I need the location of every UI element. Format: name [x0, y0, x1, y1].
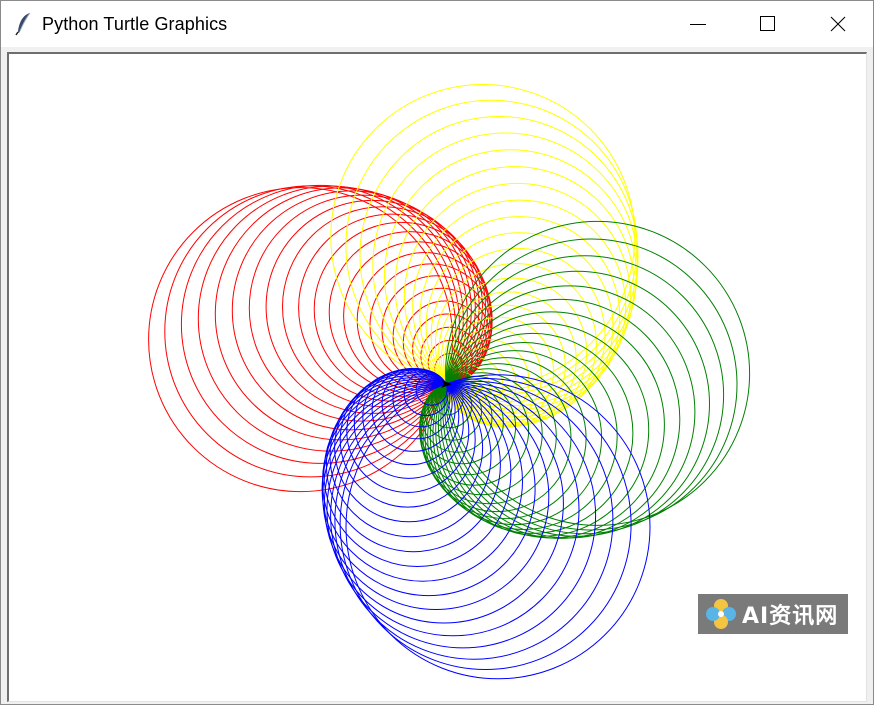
title-bar[interactable]: Python Turtle Graphics: [1, 1, 873, 47]
watermark: AI资讯网: [698, 594, 848, 634]
flower-logo-icon: [706, 599, 736, 629]
turtle-window: Python Turtle Graphics AI资讯网: [0, 0, 874, 705]
spiro-circle: [180, 184, 460, 464]
close-button[interactable]: [803, 1, 873, 47]
spiro-circle: [345, 99, 638, 392]
maximize-icon: [760, 16, 775, 31]
watermark-text: AI资讯网: [742, 604, 839, 629]
window-controls: [663, 1, 873, 47]
minimize-button[interactable]: [663, 1, 733, 47]
feather-icon: [15, 12, 31, 36]
spiro-circle: [164, 185, 457, 478]
window-title: Python Turtle Graphics: [42, 13, 228, 34]
minimize-icon: [690, 24, 706, 25]
close-icon: [830, 16, 846, 32]
spiro-circle: [444, 270, 710, 537]
maximize-button[interactable]: [733, 1, 803, 47]
